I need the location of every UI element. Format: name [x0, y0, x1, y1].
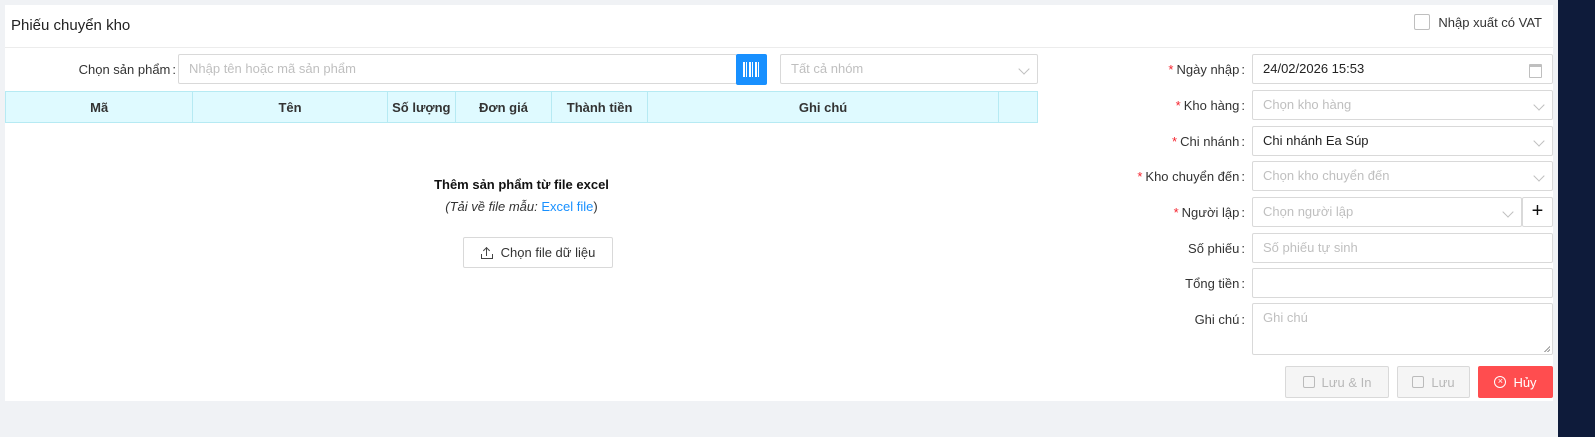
- col-header-note: Ghi chú: [647, 91, 999, 123]
- save-icon: [1412, 376, 1425, 388]
- add-creator-button[interactable]: +: [1522, 197, 1553, 227]
- warehouse-select[interactable]: Chọn kho hàng: [1252, 90, 1553, 120]
- calendar-icon: [1529, 64, 1542, 78]
- barcode-icon: [743, 62, 760, 77]
- col-header-amount: Thành tiền: [551, 91, 649, 123]
- col-header-name: Tên: [192, 91, 388, 123]
- col-header-unit-price: Đơn giá: [454, 91, 553, 123]
- branch-label: * Chi nhánh:: [1172, 134, 1245, 149]
- note-textarea[interactable]: Ghi chú: [1252, 303, 1553, 355]
- date-picker[interactable]: 24/02/2026 15:53: [1252, 54, 1553, 84]
- creator-select[interactable]: Chọn người lập: [1252, 197, 1522, 227]
- dest-warehouse-label: * Kho chuyển đến:: [1137, 169, 1245, 184]
- save-button[interactable]: Lưu: [1397, 366, 1470, 398]
- product-group-select[interactable]: Tất cả nhóm: [780, 54, 1038, 84]
- page-title: Phiếu chuyển kho: [11, 17, 131, 34]
- barcode-scan-button[interactable]: [736, 54, 767, 85]
- checkbox-box[interactable]: [1414, 14, 1431, 30]
- total-label: Tổng tiền:: [1185, 276, 1245, 291]
- col-header-quantity: Số lượng: [386, 91, 456, 123]
- transfer-form-card: Phiếu chuyển kho Nhập xuất có VAT Chọn s…: [4, 5, 1553, 401]
- chevron-down-icon: [1533, 135, 1545, 147]
- voucher-no-input[interactable]: Số phiếu tự sinh: [1252, 233, 1553, 263]
- chevron-down-icon: [1533, 99, 1545, 111]
- date-label: * Ngày nhập:: [1168, 62, 1245, 77]
- note-label: Ghi chú:: [1194, 312, 1245, 327]
- excel-template-link[interactable]: Excel file: [541, 199, 593, 214]
- col-header-actions: [997, 91, 1039, 123]
- table-header-row: Mã Tên Số lượng Đơn giá Thành tiền Ghi c…: [4, 91, 1039, 123]
- total-input[interactable]: [1252, 268, 1553, 298]
- voucher-no-label: Số phiếu:: [1188, 241, 1245, 256]
- chevron-down-icon: [1502, 206, 1514, 218]
- chevron-down-icon: [1018, 63, 1030, 75]
- upload-icon: [480, 246, 493, 259]
- card-header: Phiếu chuyển kho Nhập xuất có VAT: [5, 5, 1553, 48]
- printer-icon: [1302, 376, 1315, 388]
- branch-select[interactable]: Chi nhánh Ea Súp: [1252, 126, 1553, 156]
- close-circle-icon: ×: [1494, 376, 1507, 388]
- excel-import-subtitle: (Tải về file mẫu: Excel file): [445, 199, 598, 214]
- col-header-code: Mã: [4, 91, 194, 123]
- product-label: Chọn sản phẩm:: [78, 62, 176, 77]
- dest-warehouse-select[interactable]: Chọn kho chuyển đến: [1252, 161, 1553, 191]
- choose-file-button[interactable]: Chọn file dữ liệu: [463, 237, 613, 268]
- plus-icon: +: [1531, 200, 1544, 222]
- excel-import-title: Thêm sản phẩm từ file excel: [434, 177, 609, 192]
- save-print-button[interactable]: Lưu & In: [1285, 366, 1389, 398]
- page: Phiếu chuyển kho Nhập xuất có VAT Chọn s…: [0, 0, 1558, 437]
- product-search-input[interactable]: Nhập tên hoặc mã sản phẩm: [178, 54, 737, 84]
- creator-label: * Người lập:: [1173, 205, 1245, 220]
- cancel-button[interactable]: × Hủy: [1478, 366, 1553, 398]
- resize-handle-icon[interactable]: [1544, 346, 1550, 352]
- warehouse-label: * Kho hàng:: [1175, 98, 1245, 113]
- chevron-down-icon: [1533, 170, 1545, 182]
- product-table: Mã Tên Số lượng Đơn giá Thành tiền Ghi c…: [4, 91, 1039, 123]
- vat-label: Nhập xuất có VAT: [1438, 14, 1542, 30]
- vat-checkbox[interactable]: Nhập xuất có VAT: [1414, 14, 1542, 30]
